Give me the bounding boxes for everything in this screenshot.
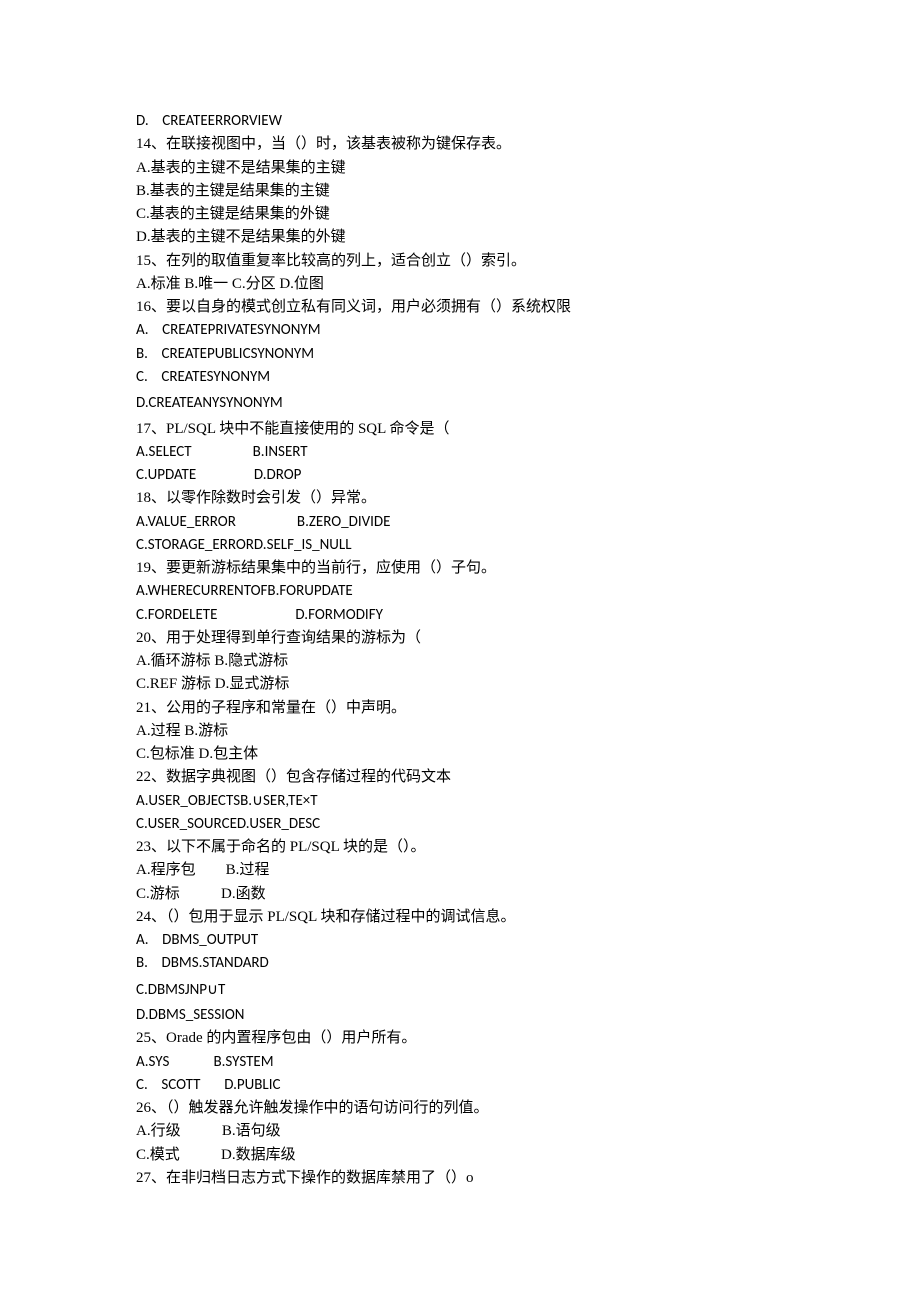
text-line: C.模式 D.数据库级 xyxy=(136,1144,784,1167)
text-line: B. CREATEPUBLICSYNONYM xyxy=(136,343,784,366)
text-line: C.REF 游标 D.显式游标 xyxy=(136,673,784,696)
text-line: A.VALUE_ERROR B.ZERO_DIVIDE xyxy=(136,511,784,534)
text-line: D.DBMS_SESSION xyxy=(136,1004,784,1027)
text-line: C.UPDATE D.DROP xyxy=(136,464,784,487)
text-line: B. DBMS.STANDARD xyxy=(136,952,784,975)
text-line: A.程序包 B.过程 xyxy=(136,859,784,882)
text-line: 14、在联接视图中，当（）时，该基表被称为键保存表。 xyxy=(136,133,784,156)
text-line: 26、（）触发器允许触发操作中的语句访问行的列值。 xyxy=(136,1097,784,1120)
text-line: A.WHERECURRENTOFB.FORUPDATE xyxy=(136,580,784,603)
text-line: A.行级 B.语句级 xyxy=(136,1120,784,1143)
text-line: 22、数据字典视图（）包含存储过程的代码文本 xyxy=(136,766,784,789)
text-line: 18、以零作除数时会引发（）异常。 xyxy=(136,487,784,510)
text-line: D. CREATEERRORVIEW xyxy=(136,110,784,133)
text-line: A.标准 B.唯一 C.分区 D.位图 xyxy=(136,273,784,296)
text-line: C.DBMSJNP∪T xyxy=(136,976,784,1005)
text-line: A.SELECT B.INSERT xyxy=(136,441,784,464)
text-line: C.游标 D.函数 xyxy=(136,883,784,906)
text-line: D.CREATEANYSYNONYM xyxy=(136,389,784,418)
text-line: 19、要更新游标结果集中的当前行，应使用（）子句。 xyxy=(136,557,784,580)
text-line: C. CREATESYNONYM xyxy=(136,366,784,389)
text-line: 15、在列的取值重复率比较高的列上，适合创立（）索引。 xyxy=(136,250,784,273)
text-line: A.SYS B.SYSTEM xyxy=(136,1051,784,1074)
text-line: A.循环游标 B.隐式游标 xyxy=(136,650,784,673)
text-line: A. CREATEPRIVATESYNONYM xyxy=(136,319,784,342)
text-line: C.STORAGE_ERRORD.SELF_IS_NULL xyxy=(136,534,784,557)
document-page: D. CREATEERRORVIEW14、在联接视图中，当（）时，该基表被称为键… xyxy=(0,0,920,1250)
text-line: C. SCOTT D.PUBLIC xyxy=(136,1074,784,1097)
text-line: 16、要以自身的模式创立私有同义词，用户必须拥有（）系统权限 xyxy=(136,296,784,319)
text-line: A.基表的主键不是结果集的主键 xyxy=(136,157,784,180)
text-line: A. DBMS_OUTPUT xyxy=(136,929,784,952)
text-line: A.USER_OBJECTSB.∪SER,TE×T xyxy=(136,790,784,813)
text-line: 27、在非归档日志方式下操作的数据库禁用了（）o xyxy=(136,1167,784,1190)
text-line: 23、以下不属于命名的 PL/SQL 块的是（）。 xyxy=(136,836,784,859)
text-line: 25、Orade 的内置程序包由（）用户所有。 xyxy=(136,1027,784,1050)
text-line: 21、公用的子程序和常量在（）中声明。 xyxy=(136,697,784,720)
text-line: 24、（）包用于显示 PL/SQL 块和存储过程中的调试信息。 xyxy=(136,906,784,929)
text-line: 20、用于处理得到单行查询结果的游标为（ xyxy=(136,627,784,650)
question-list: D. CREATEERRORVIEW14、在联接视图中，当（）时，该基表被称为键… xyxy=(136,110,784,1190)
text-line: A.过程 B.游标 xyxy=(136,720,784,743)
text-line: C.基表的主键是结果集的外键 xyxy=(136,203,784,226)
text-line: C.包标准 D.包主体 xyxy=(136,743,784,766)
text-line: D.基表的主键不是结果集的外键 xyxy=(136,226,784,249)
text-line: C.FORDELETE D.FORMODIFY xyxy=(136,604,784,627)
text-line: C.USER_SOURCED.USER_DESC xyxy=(136,813,784,836)
text-line: B.基表的主键是结果集的主键 xyxy=(136,180,784,203)
text-line: 17、PL/SQL 块中不能直接使用的 SQL 命令是（ xyxy=(136,418,784,441)
